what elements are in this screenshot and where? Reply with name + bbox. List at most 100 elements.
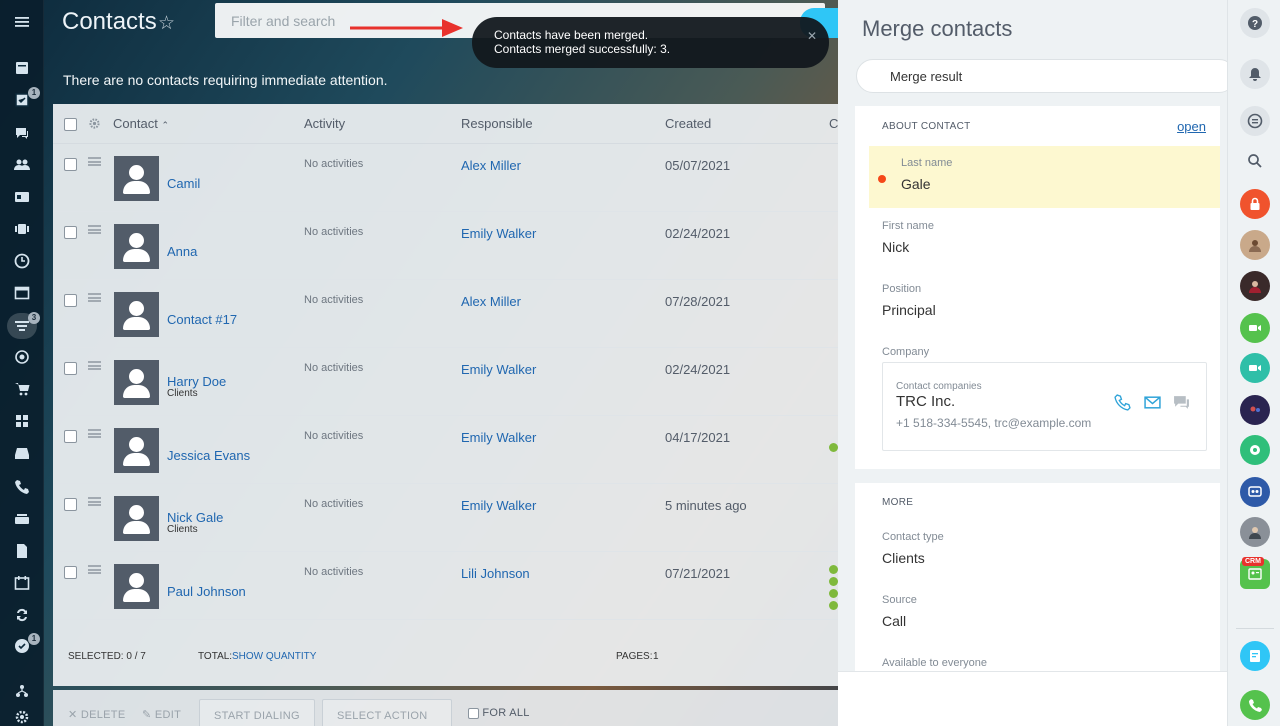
- contact-name-link[interactable]: Jessica Evans: [167, 448, 250, 463]
- row-checkbox[interactable]: [64, 566, 77, 579]
- group-chat-icon[interactable]: [1240, 477, 1270, 507]
- call-phone-icon[interactable]: [1240, 690, 1270, 720]
- last-name-field[interactable]: Last name Gale: [869, 146, 1220, 208]
- message-icon[interactable]: [1173, 394, 1190, 411]
- contact-avatar[interactable]: [114, 564, 159, 609]
- column-extra[interactable]: C: [829, 116, 838, 131]
- contact-avatar[interactable]: [114, 156, 159, 201]
- row-menu-icon[interactable]: [88, 429, 101, 438]
- star-icon[interactable]: ☆: [158, 12, 175, 35]
- table-row[interactable]: Jessica Evans No activities Emily Walker 04…: [53, 416, 839, 484]
- chat-history-icon[interactable]: [1240, 106, 1270, 136]
- row-menu-icon[interactable]: [88, 565, 101, 574]
- responsible-link[interactable]: Alex Miller: [461, 158, 521, 173]
- select-all-checkbox[interactable]: [64, 118, 77, 131]
- position-field[interactable]: Position Principal: [869, 272, 1220, 334]
- contact-name-link[interactable]: Harry Doe: [167, 374, 226, 389]
- show-quantity-link[interactable]: SHOW QUANTITY: [232, 651, 316, 662]
- start-dialing-button[interactable]: START DIALING: [199, 699, 315, 726]
- phone-call-icon[interactable]: [1114, 394, 1131, 411]
- document-icon[interactable]: [12, 541, 32, 561]
- table-row[interactable]: Paul Johnson No activities Lili Johnson 07/…: [53, 552, 839, 620]
- column-settings-gear-icon[interactable]: [88, 117, 101, 130]
- row-menu-icon[interactable]: [88, 361, 101, 370]
- row-checkbox[interactable]: [64, 498, 77, 511]
- row-menu-icon[interactable]: [88, 497, 101, 506]
- video-call-icon[interactable]: [1240, 313, 1270, 343]
- clock-icon[interactable]: [12, 251, 32, 271]
- contact-name-link[interactable]: Nick Gale: [167, 510, 223, 525]
- contact-avatar[interactable]: [114, 292, 159, 337]
- contact-avatar[interactable]: [114, 224, 159, 269]
- video-conference-icon[interactable]: [1240, 353, 1270, 383]
- source-field[interactable]: Source Call: [869, 583, 1220, 645]
- contact-type-field[interactable]: Contact type Clients: [869, 520, 1220, 582]
- table-row[interactable]: Contact #17 No activities Alex Miller 07/28…: [53, 280, 839, 348]
- video-icon[interactable]: [12, 219, 32, 239]
- row-checkbox[interactable]: [64, 362, 77, 375]
- responsible-link[interactable]: Alex Miller: [461, 294, 521, 309]
- column-created[interactable]: Created: [665, 116, 711, 131]
- contact-name-link[interactable]: Anna: [167, 244, 197, 259]
- cloud-sync-icon[interactable]: [1240, 435, 1270, 465]
- sitemap-icon[interactable]: [12, 681, 32, 701]
- hamburger-menu-icon[interactable]: [12, 12, 32, 32]
- row-menu-icon[interactable]: [88, 225, 101, 234]
- contact-name-link[interactable]: Camil: [167, 176, 200, 191]
- row-checkbox[interactable]: [64, 226, 77, 239]
- notifications-bell-icon[interactable]: [1240, 59, 1270, 89]
- responsible-link[interactable]: Emily Walker: [461, 226, 536, 241]
- settings-gear-icon[interactable]: [12, 707, 32, 726]
- delete-action[interactable]: ✕ DELETE: [68, 708, 125, 721]
- responsible-link[interactable]: Emily Walker: [461, 498, 536, 513]
- email-icon[interactable]: [1144, 394, 1161, 411]
- row-checkbox[interactable]: [64, 294, 77, 307]
- calendar-window-icon[interactable]: [12, 283, 32, 303]
- open-lines-icon[interactable]: [1240, 641, 1270, 671]
- pages-value[interactable]: 1: [653, 651, 659, 662]
- sync-icon[interactable]: [12, 605, 32, 625]
- chat-icon[interactable]: [12, 123, 32, 143]
- user-avatar-2[interactable]: [1240, 271, 1270, 301]
- help-icon[interactable]: ?: [1240, 8, 1270, 38]
- row-checkbox[interactable]: [64, 430, 77, 443]
- user-avatar-3[interactable]: [1240, 395, 1270, 425]
- responsible-link[interactable]: Lili Johnson: [461, 566, 530, 581]
- column-contact[interactable]: Contact ⌃: [113, 116, 169, 131]
- close-icon[interactable]: ✕: [807, 29, 817, 43]
- employees-icon[interactable]: [12, 155, 32, 175]
- for-all-checkbox[interactable]: [468, 707, 479, 719]
- contact-avatar[interactable]: [114, 428, 159, 473]
- drive-icon[interactable]: [12, 509, 32, 529]
- search-icon[interactable]: [1240, 146, 1270, 176]
- first-name-field[interactable]: First name Nick: [869, 209, 1220, 271]
- user-avatar-4[interactable]: [1240, 517, 1270, 547]
- apps-grid-icon[interactable]: [12, 411, 32, 431]
- column-activity[interactable]: Activity: [304, 116, 345, 131]
- contact-name-link[interactable]: Contact #17: [167, 312, 237, 327]
- target-icon[interactable]: [12, 347, 32, 367]
- phone-icon[interactable]: [12, 477, 32, 497]
- available-field[interactable]: Available to everyone: [869, 646, 1220, 671]
- calendar-icon[interactable]: [12, 573, 32, 593]
- contact-avatar[interactable]: [114, 496, 159, 541]
- row-menu-icon[interactable]: [88, 293, 101, 302]
- contact-name-link[interactable]: Paul Johnson: [167, 584, 246, 599]
- column-responsible[interactable]: Responsible: [461, 116, 533, 131]
- row-menu-icon[interactable]: [88, 157, 101, 166]
- lock-icon[interactable]: [1240, 189, 1270, 219]
- merge-result-tab[interactable]: Merge result: [856, 59, 1236, 93]
- contact-card-icon[interactable]: [12, 187, 32, 207]
- open-link[interactable]: open: [1177, 119, 1206, 134]
- for-all-option[interactable]: FOR ALL: [468, 707, 530, 719]
- table-row[interactable]: Anna No activities Emily Walker 02/24/2021: [53, 212, 839, 280]
- row-checkbox[interactable]: [64, 158, 77, 171]
- contact-avatar[interactable]: [114, 360, 159, 405]
- inbox-icon[interactable]: [12, 443, 32, 463]
- responsible-link[interactable]: Emily Walker: [461, 362, 536, 377]
- table-row[interactable]: Camil No activities Alex Miller 05/07/2021: [53, 144, 839, 212]
- select-action-dropdown[interactable]: SELECT ACTION ⌄: [322, 699, 452, 726]
- cart-icon[interactable]: [12, 379, 32, 399]
- responsible-link[interactable]: Emily Walker: [461, 430, 536, 445]
- edit-action[interactable]: ✎ EDIT: [142, 708, 181, 721]
